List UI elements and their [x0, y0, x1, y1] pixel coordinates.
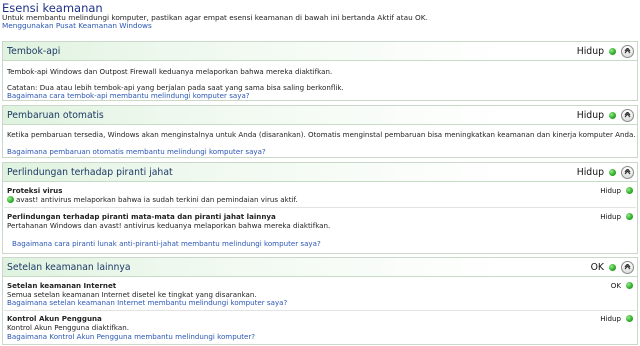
other-settings-section: Setelan keamanan lainnya OK Setelan keam… — [2, 257, 638, 345]
divider — [4, 207, 636, 208]
internet-settings-help-link[interactable]: Bagaimana setelan keamanan Internet memb… — [7, 298, 287, 307]
firewall-header[interactable]: Tembok-api Hidup — [3, 42, 637, 61]
status-ok-icon — [626, 315, 633, 322]
status-ok-icon — [626, 282, 633, 289]
uac-text: Kontrol Akun Pengguna diaktifkan. — [7, 323, 129, 332]
spyware-protection-title: Perlindungan terhadap piranti mata-mata … — [7, 212, 276, 221]
update-title: Pembaruan otomatis — [7, 110, 104, 121]
avast-shield-icon — [7, 196, 14, 203]
other-settings-header[interactable]: Setelan keamanan lainnya OK — [3, 258, 637, 277]
internet-settings-status: OK — [610, 281, 621, 290]
other-settings-title: Setelan keamanan lainnya — [7, 262, 131, 273]
other-settings-status: OK — [590, 262, 604, 273]
malware-header[interactable]: Perlindungan terhadap piranti jahat Hidu… — [3, 163, 637, 182]
spyware-protection-text: Pertahanan Windows dan avast! antivirus … — [7, 221, 331, 230]
firewall-title: Tembok-api — [7, 46, 61, 57]
uac-title: Kontrol Akun Pengguna — [7, 314, 102, 323]
virus-protection-row: avast! antivirus melaporkan bahwa ia sud… — [7, 195, 298, 204]
update-header[interactable]: Pembaruan otomatis Hidup — [3, 106, 637, 125]
firewall-help-link[interactable]: Bagaimana cara tembok-api membantu melin… — [7, 91, 250, 100]
collapse-chevron-up-icon[interactable] — [621, 261, 634, 274]
collapse-chevron-up-icon[interactable] — [621, 109, 634, 122]
virus-protection-title: Proteksi virus — [7, 186, 63, 195]
divider — [4, 310, 636, 311]
status-ok-icon — [626, 213, 633, 220]
using-security-center-link[interactable]: Menggunakan Pusat Keamanan Windows — [2, 21, 152, 30]
internet-settings-title: Setelan keamanan Internet — [7, 281, 117, 290]
status-ok-icon — [609, 264, 616, 271]
status-ok-icon — [626, 187, 633, 194]
status-ok-icon — [609, 48, 616, 55]
firewall-section: Tembok-api Hidup Tembok-api Windows dan … — [2, 41, 638, 101]
status-ok-icon — [609, 169, 616, 176]
status-ok-icon — [609, 112, 616, 119]
spyware-protection-status: Hidup — [600, 212, 621, 221]
malware-help-link[interactable]: Bagaimana cara piranti lunak anti-pirant… — [12, 239, 321, 248]
collapse-chevron-up-icon[interactable] — [621, 45, 634, 58]
malware-section: Perlindungan terhadap piranti jahat Hidu… — [2, 162, 638, 254]
update-help-link[interactable]: Bagaimana pembaruan otomatis membantu me… — [7, 147, 266, 156]
uac-status: Hidup — [600, 314, 621, 323]
collapse-chevron-up-icon[interactable] — [621, 166, 634, 179]
virus-protection-status: Hidup — [600, 186, 621, 195]
firewall-description: Tembok-api Windows dan Outpost Firewall … — [7, 67, 333, 76]
update-section: Pembaruan otomatis Hidup Ketika pembarua… — [2, 105, 638, 158]
uac-help-link[interactable]: Bagaimana Kontrol Akun Pengguna membantu… — [7, 332, 255, 341]
virus-protection-text: avast! antivirus melaporkan bahwa ia sud… — [16, 195, 298, 204]
update-description: Ketika pembaruan tersedia, Windows akan … — [7, 130, 636, 139]
malware-title: Perlindungan terhadap piranti jahat — [7, 167, 173, 178]
firewall-status: Hidup — [576, 46, 604, 57]
malware-status: Hidup — [576, 167, 604, 178]
update-status: Hidup — [576, 110, 604, 121]
